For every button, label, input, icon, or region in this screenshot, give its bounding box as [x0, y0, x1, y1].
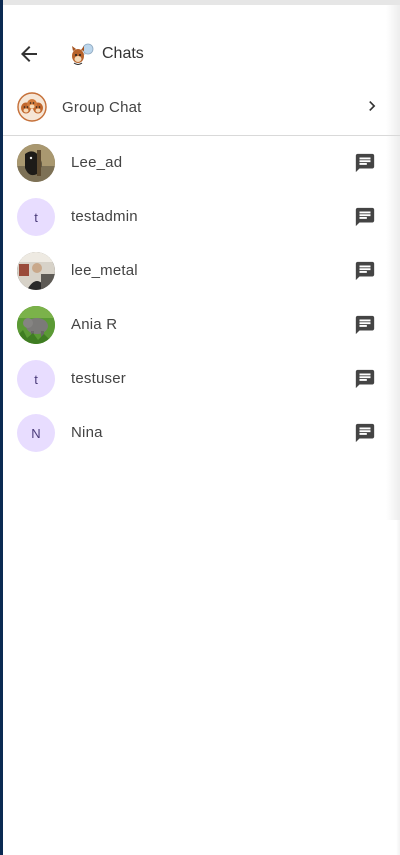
panel-shadow-lower — [396, 520, 400, 855]
avatar-initial: N — [31, 425, 41, 441]
chevron-right-icon — [362, 96, 382, 116]
message-icon[interactable] — [354, 152, 376, 174]
user-name: lee_metal — [71, 262, 138, 279]
chat-panel: Chats Group Chat Lee_ad t testadmin lee_… — [3, 0, 400, 855]
user-list: Lee_ad t testadmin lee_metal Ania R t te… — [3, 136, 400, 460]
avatar: N — [17, 414, 55, 452]
avatar-initial: t — [34, 371, 38, 387]
chat-logo-icon — [69, 42, 95, 66]
user-name: Lee_ad — [71, 154, 123, 171]
user-name: testuser — [71, 370, 126, 387]
user-row-lee-ad[interactable]: Lee_ad — [3, 136, 400, 190]
user-row-ania-r[interactable]: Ania R — [3, 298, 400, 352]
avatar — [17, 306, 55, 344]
avatar — [17, 252, 55, 290]
arrow-left-icon[interactable] — [17, 42, 41, 66]
user-name: Nina — [71, 424, 103, 441]
header: Chats — [3, 28, 400, 78]
page-title: Chats — [102, 45, 144, 62]
avatar: t — [17, 360, 55, 398]
message-icon[interactable] — [354, 368, 376, 390]
top-edge — [3, 0, 400, 5]
group-chat-row[interactable]: Group Chat — [3, 82, 400, 134]
user-name: testadmin — [71, 208, 138, 225]
user-row-nina[interactable]: N Nina — [3, 406, 400, 460]
group-chat-label: Group Chat — [62, 99, 142, 116]
message-icon[interactable] — [354, 206, 376, 228]
avatar — [17, 144, 55, 182]
user-name: Ania R — [71, 316, 118, 333]
user-row-testadmin[interactable]: t testadmin — [3, 190, 400, 244]
group-chat-avatar — [17, 92, 47, 122]
message-icon[interactable] — [354, 314, 376, 336]
message-icon[interactable] — [354, 422, 376, 444]
user-row-testuser[interactable]: t testuser — [3, 352, 400, 406]
message-icon[interactable] — [354, 260, 376, 282]
user-row-lee-metal[interactable]: lee_metal — [3, 244, 400, 298]
avatar: t — [17, 198, 55, 236]
avatar-initial: t — [34, 209, 38, 225]
